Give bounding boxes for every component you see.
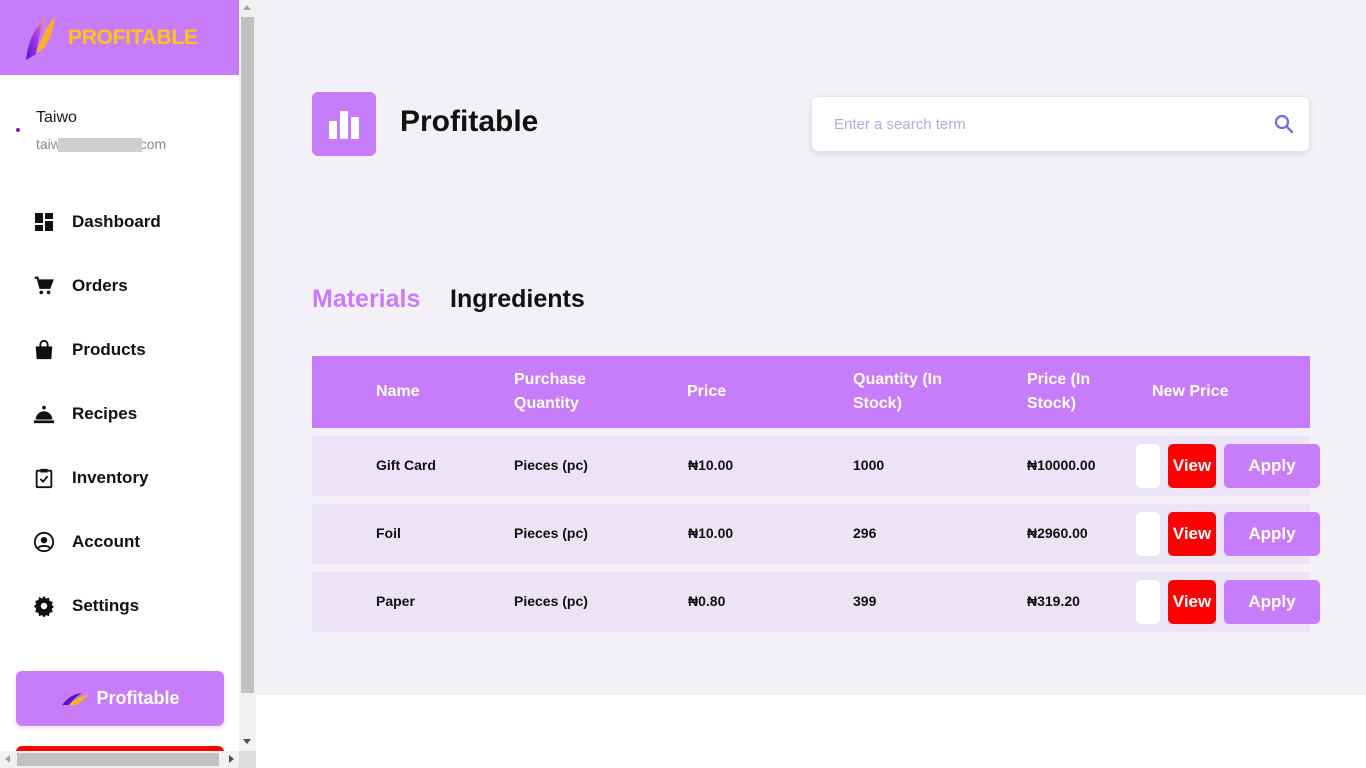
column-header-quantity-in-stock: Quantity (In Stock) xyxy=(853,371,942,412)
table-row: Paper Pieces (pc) ₦0.80 399 ₦319.20 View… xyxy=(312,572,1320,632)
dashboard-icon xyxy=(33,211,55,233)
scroll-up-arrow-icon[interactable] xyxy=(243,5,251,10)
column-header-name: Name xyxy=(376,383,420,400)
new-price-input[interactable] xyxy=(1136,512,1160,556)
column-header-new-price: New Price xyxy=(1152,383,1229,400)
column-header-purchase-quantity: Purchase Quantity xyxy=(514,371,587,412)
user-status-dot xyxy=(16,128,20,132)
sidebar-horizontal-scrollbar[interactable] xyxy=(0,751,239,768)
account-circle-icon xyxy=(33,531,55,553)
apply-button[interactable]: Apply xyxy=(1224,444,1320,488)
bar-chart-icon xyxy=(312,92,376,156)
sidebar-item-label: Account xyxy=(72,532,140,551)
table-row: Foil Pieces (pc) ₦10.00 296 ₦2960.00 Vie… xyxy=(312,504,1320,564)
sidebar-item-settings[interactable]: Settings xyxy=(0,574,238,638)
apply-button[interactable]: Apply xyxy=(1224,580,1320,624)
cell-name: Foil xyxy=(376,525,401,541)
sidebar-item-label: Dashboard xyxy=(72,212,161,231)
profitable-button-label: Profitable xyxy=(96,688,180,708)
scrollbar-corner xyxy=(239,751,256,768)
sidebar-item-account[interactable]: Account xyxy=(0,510,238,574)
sidebar-item-label: Products xyxy=(72,340,146,359)
brand-header: PROFITABLE xyxy=(0,0,239,75)
new-price-input[interactable] xyxy=(1136,444,1160,488)
sidebar-item-recipes[interactable]: Recipes xyxy=(0,382,238,446)
cart-icon xyxy=(33,275,55,297)
sidebar-vertical-scrollbar[interactable] xyxy=(239,0,256,751)
new-price-input[interactable] xyxy=(1136,580,1160,624)
scroll-right-arrow-icon[interactable] xyxy=(229,755,234,763)
user-profile: Taiwo taiw 291@gmail.com xyxy=(0,100,240,160)
search-input[interactable] xyxy=(834,111,1254,137)
cell-quantity-in-stock: 296 xyxy=(853,525,877,541)
sidebar-item-inventory[interactable]: Inventory xyxy=(0,446,238,510)
profitable-button[interactable]: Profitable xyxy=(16,671,224,726)
sidebar-item-label: Inventory xyxy=(72,468,149,487)
table-row: Gift Card Pieces (pc) ₦10.00 1000 ₦10000… xyxy=(312,436,1320,496)
column-header-price: Price xyxy=(687,383,727,400)
scroll-left-arrow-icon[interactable] xyxy=(5,755,10,763)
bag-icon xyxy=(33,339,55,361)
cell-name: Paper xyxy=(376,593,415,609)
scroll-down-arrow-icon[interactable] xyxy=(243,739,251,744)
view-button[interactable]: View xyxy=(1168,444,1216,488)
table-header: Name Purchase Quantity Price Quantity (I… xyxy=(312,356,1310,428)
sidebar-item-dashboard[interactable]: Dashboard xyxy=(0,190,238,254)
cell-price-in-stock: ₦10000.00 xyxy=(1027,457,1096,473)
tab-ingredients[interactable]: Ingredients xyxy=(450,285,585,314)
view-button[interactable]: View xyxy=(1168,580,1216,624)
apply-button[interactable]: Apply xyxy=(1224,512,1320,556)
sidebar-item-products[interactable]: Products xyxy=(0,318,238,382)
cell-quantity-in-stock: 399 xyxy=(853,593,877,609)
search-icon[interactable] xyxy=(1274,114,1294,134)
sidebar-item-label: Recipes xyxy=(72,404,138,423)
profitable-logo-icon xyxy=(62,692,90,705)
scrollbar-thumb[interactable] xyxy=(17,753,219,766)
page-title: Profitable xyxy=(400,105,539,138)
brand-name: PROFITABLE xyxy=(68,26,198,49)
cell-price-in-stock: ₦2960.00 xyxy=(1027,525,1088,541)
cell-purchase-quantity: Pieces (pc) xyxy=(514,593,588,609)
cell-purchase-quantity: Pieces (pc) xyxy=(514,457,588,473)
cell-price-in-stock: ₦319.20 xyxy=(1027,593,1080,609)
column-header-price-in-stock: Price (In Stock) xyxy=(1027,371,1091,412)
cell-name: Gift Card xyxy=(376,457,436,473)
main-content: Profitable Materials Ingredients Name Pu… xyxy=(256,0,1366,695)
scrollbar-thumb[interactable] xyxy=(241,17,254,693)
user-name: Taiwo xyxy=(36,109,77,126)
sidebar-item-orders[interactable]: Orders xyxy=(0,254,238,318)
cell-purchase-quantity: Pieces (pc) xyxy=(514,525,588,541)
cell-price: ₦0.80 xyxy=(688,593,726,609)
tab-materials[interactable]: Materials xyxy=(312,285,420,314)
search-box xyxy=(812,97,1309,151)
view-button[interactable]: View xyxy=(1168,512,1216,556)
cell-price: ₦10.00 xyxy=(688,457,734,473)
cloche-icon xyxy=(33,403,55,425)
cell-quantity-in-stock: 1000 xyxy=(853,457,885,473)
email-redaction xyxy=(58,138,142,152)
gear-icon xyxy=(33,595,55,617)
cell-price: ₦10.00 xyxy=(688,525,734,541)
sidebar-item-label: Settings xyxy=(72,596,140,615)
sidebar: PROFITABLE Taiwo taiw 291@gmail.com Dash… xyxy=(0,0,240,768)
clipboard-check-icon xyxy=(33,467,55,489)
sidebar-item-label: Orders xyxy=(72,276,128,295)
profitable-logo-icon xyxy=(26,16,55,60)
